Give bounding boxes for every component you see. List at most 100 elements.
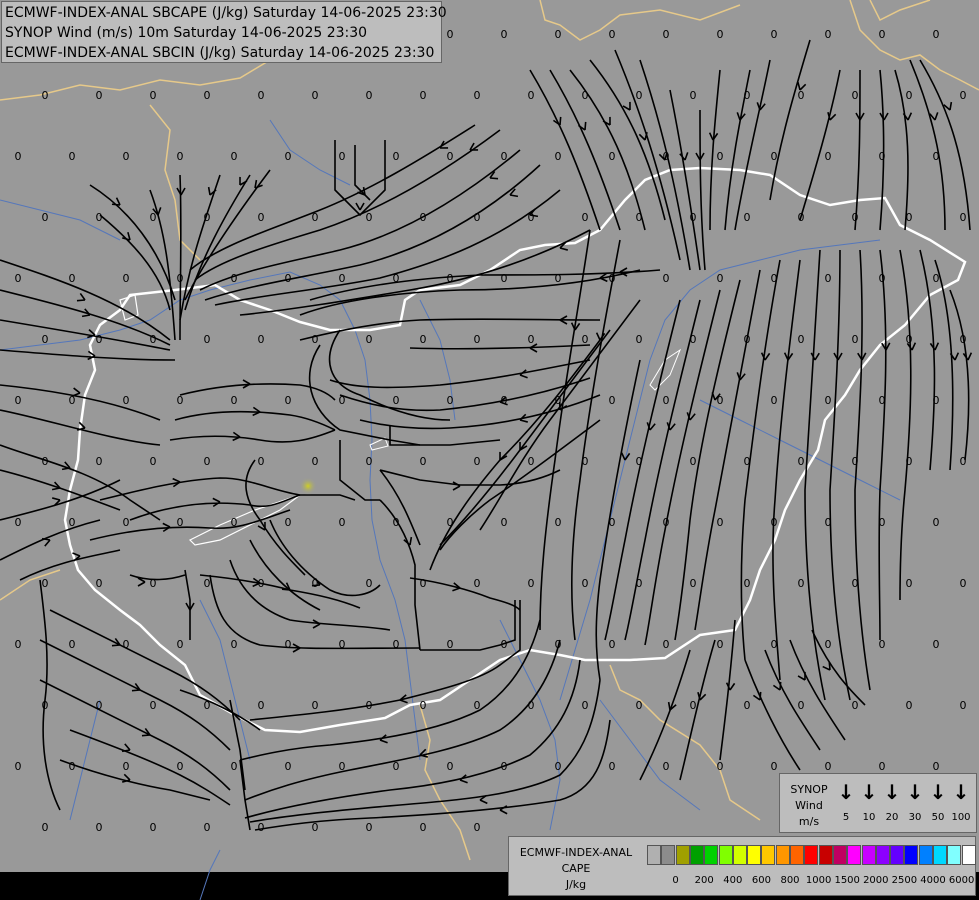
cape-value-label: 0 [744,333,751,346]
cape-value-label: 0 [879,272,886,285]
cape-value-label: 0 [933,272,940,285]
cape-value-label: 0 [825,760,832,773]
cape-value-label: 0 [393,272,400,285]
cape-value-label: 0 [960,211,967,224]
cape-value-label: 0 [204,89,211,102]
cape-value-label: 0 [690,577,697,590]
cape-value-label: 0 [933,394,940,407]
cape-value-label: 0 [690,211,697,224]
cape-value-label: 0 [933,516,940,529]
cape-value-label: 0 [393,150,400,163]
cape-value-label: 0 [339,150,346,163]
cape-value-label: 0 [555,760,562,773]
cape-value-label: 0 [609,150,616,163]
cape-legend-title: ECMWF-INDEX-ANAL CAPE J/kg [511,845,641,893]
wind-legend-label: 100 [951,812,971,823]
cape-value-label: 0 [474,211,481,224]
cape-value-label: 0 [960,455,967,468]
cape-value-label: 0 [798,211,805,224]
cape-legend-label: 0 [672,875,679,886]
cape-value-label: 0 [555,394,562,407]
cape-value-label: 0 [339,516,346,529]
cape-value-label: 0 [393,760,400,773]
cape-value-label: 0 [528,455,535,468]
cape-value-label: 0 [717,516,724,529]
cape-value-label: 0 [717,272,724,285]
cape-value-label: 0 [825,150,832,163]
cape-legend-swatch [647,845,661,865]
cape-value-label: 0 [636,455,643,468]
cape-value-label: 0 [96,821,103,834]
cape-value-label: 0 [420,211,427,224]
title-synop-wind: SYNOP Wind (m/s) 10m Saturday 14-06-2025… [5,25,368,41]
cape-legend-swatch [804,845,819,865]
cape-value-label: 0 [339,272,346,285]
title-sbcape: ECMWF-INDEX-ANAL SBCAPE (J/kg) Saturday … [5,5,447,21]
cape-legend-label: 200 [694,875,714,886]
cape-value-label: 0 [69,272,76,285]
cape-legend-swatch [704,845,719,865]
cape-value-label: 0 [285,272,292,285]
cape-value-label: 0 [96,455,103,468]
cape-value-label: 0 [285,394,292,407]
down-arrow-icon: ↓ [837,780,855,804]
cape-legend: ECMWF-INDEX-ANAL CAPE J/kg 0 200 400 600 800… [508,836,976,896]
cape-value-label: 0 [150,89,157,102]
cape-value-label: 0 [852,89,859,102]
cape-value-label: 0 [231,394,238,407]
cape-value-label: 0 [312,455,319,468]
cape-legend-swatch [832,845,847,865]
cape-legend-swatch [747,845,762,865]
cape-value-label: 0 [663,638,670,651]
cape-value-label: 0 [393,394,400,407]
cape-value-label: 0 [312,577,319,590]
cape-value-label: 0 [960,89,967,102]
cape-value-label: 0 [852,333,859,346]
cape-value-label: 0 [609,638,616,651]
cape-legend-title-line2: CAPE [561,862,591,875]
cape-value-label: 0 [933,150,940,163]
cape-value-label: 0 [879,28,886,41]
cape-value-label: 0 [771,638,778,651]
cape-value-label: 0 [771,394,778,407]
cape-value-label: 0 [15,272,22,285]
down-arrow-icon: ↓ [883,780,901,804]
cape-value-label: 0 [636,89,643,102]
cape-legend-swatch [718,845,733,865]
cape-value-label: 0 [366,577,373,590]
cape-value-label: 0 [150,211,157,224]
wind-legend-title-line2: Wind [795,799,823,812]
cape-value-label: 0 [663,760,670,773]
cape-value-label: 0 [528,211,535,224]
cape-value-label: 0 [744,455,751,468]
cape-value-label: 0 [636,333,643,346]
cape-spot [299,477,317,495]
cape-value-label: 0 [528,577,535,590]
cape-value-label: 0 [96,333,103,346]
cape-value-label: 0 [879,516,886,529]
cape-value-label: 0 [96,577,103,590]
cape-legend-swatch [790,845,804,865]
cape-value-label: 0 [312,821,319,834]
cape-legend-swatch [732,845,747,865]
cape-value-label: 0 [474,89,481,102]
cape-value-label: 0 [447,760,454,773]
cape-value-label: 0 [231,760,238,773]
cape-value-label: 0 [447,394,454,407]
cape-value-label: 0 [609,516,616,529]
cape-value-label: 0 [447,516,454,529]
cape-value-label: 0 [879,638,886,651]
cape-value-label: 0 [420,455,427,468]
cape-value-label: 0 [636,211,643,224]
cape-value-label: 0 [717,760,724,773]
cape-value-label: 0 [474,577,481,590]
cape-value-label: 0 [690,89,697,102]
cape-value-label: 0 [204,455,211,468]
cape-value-label: 0 [150,333,157,346]
cape-legend-title-line1: ECMWF-INDEX-ANAL [519,846,633,859]
cape-value-label: 0 [177,516,184,529]
cape-value-label: 0 [204,821,211,834]
cape-legend-swatch [875,845,890,865]
cape-value-label: 0 [15,150,22,163]
cape-value-label: 0 [447,638,454,651]
